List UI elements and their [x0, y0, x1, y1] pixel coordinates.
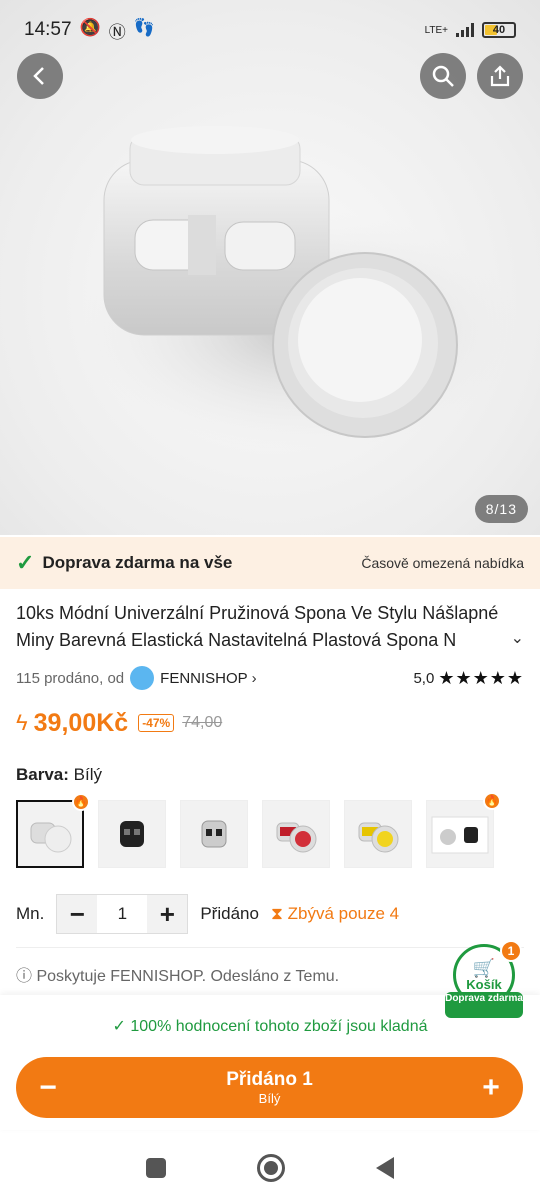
chevron-right-icon[interactable]: ›	[252, 670, 257, 687]
status-bar: 14:57 🔕 Ⓝ 👣 LTE+ 40	[0, 0, 540, 60]
info-icon: ⓘ	[16, 968, 33, 985]
sold-count: 115 prodáno, od	[16, 669, 125, 687]
hourglass-icon: ⧗	[270, 904, 283, 923]
swatch-black[interactable]	[98, 800, 166, 868]
cta-title: Přidáno 1	[226, 1069, 313, 1090]
decrement-button[interactable]: −	[57, 895, 98, 933]
free-shipping-text: Doprava zdarma na vše	[42, 553, 233, 572]
home-button[interactable]	[256, 1153, 285, 1182]
swatch-red[interactable]	[262, 800, 330, 868]
recents-button[interactable]	[145, 1157, 166, 1178]
shop-logo[interactable]	[130, 666, 155, 690]
increment-button[interactable]: +	[147, 895, 188, 933]
added-to-cart-button[interactable]: Přidáno 1 Bílý	[80, 1069, 459, 1106]
add-to-cart-bar: − Přidáno 1 Bílý +	[16, 1057, 523, 1118]
steps-icon: 👣	[133, 17, 155, 37]
star-rating-icon: ★★★★★	[438, 667, 524, 688]
system-nav-bar	[0, 1135, 540, 1200]
check-icon: ✓	[16, 550, 35, 575]
shop-name[interactable]: FENNISHOP	[160, 670, 248, 687]
rating[interactable]: 5,0 ★★★★★	[413, 668, 524, 689]
product-image[interactable]: 8/13	[0, 0, 540, 535]
cart-label: Košík	[466, 976, 502, 992]
product-title: 10ks Módní Univerzální Pružinová Spona V…	[16, 603, 499, 650]
chevron-down-icon[interactable]: ⌄	[511, 628, 524, 648]
nfc-icon: Ⓝ	[108, 22, 126, 42]
quantity-value[interactable]: 1	[97, 904, 147, 924]
cart-count-badge: 1	[500, 940, 522, 962]
battery-icon: 40	[482, 22, 516, 38]
image-counter: 8/13	[474, 495, 528, 523]
provider-info: ⓘ Poskytuje FENNISHOP. Odesláno z Temu.	[16, 968, 340, 985]
reviews-note: ✓ 100% hodnocení tohoto zboží jsou kladn…	[112, 1018, 428, 1035]
swatch-yellow[interactable]	[344, 800, 412, 868]
muted-icon: 🔕	[79, 17, 101, 37]
price: 39,00Kč	[33, 708, 129, 737]
cart-button[interactable]: 🛒 Košík 1 Doprava zdarma	[445, 940, 523, 1018]
network-label: LTE+	[424, 24, 448, 36]
color-swatches: 🔥 🔥	[16, 792, 501, 868]
flame-icon: 🔥	[72, 793, 90, 811]
seller-row: 115 prodáno, od FENNISHOP › 5,0 ★★★★★	[16, 666, 524, 690]
notification-icons: 🔕 Ⓝ 👣	[80, 18, 155, 43]
original-price: 74,00	[182, 714, 223, 731]
quantity-row: Mn. − 1 + Přidáno ⧗ Zbývá pouze 4	[16, 894, 399, 934]
swatch-clear-black[interactable]	[180, 800, 248, 868]
quantity-label: Mn.	[16, 904, 45, 923]
check-icon: ✓	[112, 1018, 126, 1035]
cart-free-shipping: Doprava zdarma	[445, 992, 523, 1018]
limited-offer-text: Časově omezená nabídka	[361, 555, 524, 571]
clock: 14:57	[24, 19, 72, 40]
added-label: Přidáno	[200, 904, 259, 923]
color-label: Barva: Bílý	[16, 765, 102, 784]
cta-subtitle: Bílý	[258, 1091, 281, 1106]
color-value: Bílý	[73, 765, 102, 784]
signal-icon	[456, 23, 474, 37]
cart-increment-button[interactable]: +	[459, 1071, 523, 1105]
share-icon	[490, 65, 510, 87]
stock-remaining: ⧗ Zbývá pouze 4	[270, 904, 400, 923]
search-icon	[432, 65, 454, 87]
chevron-left-icon	[33, 67, 44, 85]
price-row: ϟ 39,00Kč -47% 74,00	[16, 706, 222, 740]
lightning-icon: ϟ	[16, 710, 28, 735]
swatch-white[interactable]: 🔥	[16, 793, 90, 868]
cart-icon: 🛒	[472, 957, 496, 978]
free-shipping-banner[interactable]: ✓ Doprava zdarma na vše Časově omezená n…	[0, 537, 540, 589]
swatch-photo[interactable]: 🔥	[426, 792, 501, 868]
back-nav-button[interactable]	[376, 1156, 395, 1179]
rating-value: 5,0	[413, 669, 435, 687]
quantity-stepper: − 1 +	[56, 894, 189, 934]
cart-decrement-button[interactable]: −	[16, 1071, 80, 1105]
discount-badge: -47%	[138, 714, 175, 732]
flame-icon: 🔥	[483, 792, 501, 810]
